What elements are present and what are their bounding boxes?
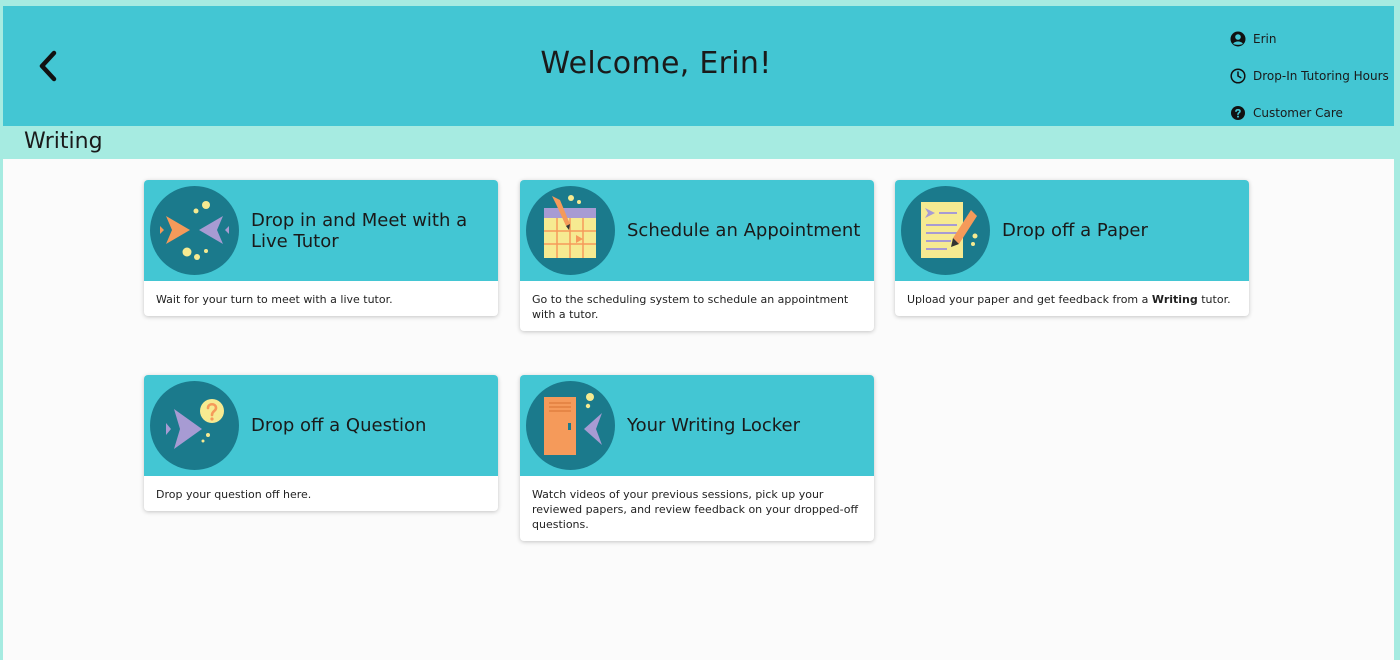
card-title: Drop in and Meet with a Live Tutor xyxy=(251,209,468,252)
card-description: Go to the scheduling system to schedule … xyxy=(532,293,849,321)
user-menu: Erin Drop-In Tutoring Hours Customer Car… xyxy=(1230,20,1394,131)
header: Welcome, Erin! Erin Drop-In Tutoring Hou… xyxy=(3,6,1394,126)
fish-question-icon xyxy=(150,381,239,470)
customer-care-label: Customer Care xyxy=(1253,105,1343,120)
section-title: Writing xyxy=(24,129,103,154)
locker-icon xyxy=(526,381,615,470)
card-drop-in-tutor[interactable]: Drop in and Meet with a Live Tutor Wait … xyxy=(144,180,498,316)
card-description: Watch videos of your previous sessions, … xyxy=(532,488,859,531)
section-bar xyxy=(3,126,1394,159)
card-description: Wait for your turn to meet with a live t… xyxy=(156,293,393,306)
user-menu-item-profile[interactable]: Erin xyxy=(1230,20,1394,57)
card-description: Upload your paper and get feedback from … xyxy=(895,281,1249,316)
user-circle-icon xyxy=(1230,31,1246,47)
card-title: Drop off a Question xyxy=(251,415,427,436)
card-title: Drop off a Paper xyxy=(1002,220,1148,241)
card-writing-locker[interactable]: Your Writing Locker Watch videos of your… xyxy=(520,375,874,541)
card-drop-off-question[interactable]: Drop off a Question Drop your question o… xyxy=(144,375,498,511)
card-header: Drop off a Question xyxy=(144,375,498,476)
calendar-icon xyxy=(526,186,615,275)
description-text: tutor. xyxy=(1197,293,1231,306)
paper-pencil-icon xyxy=(901,186,990,275)
card-title: Schedule an Appointment xyxy=(627,220,861,241)
description-text: Upload your paper and get feedback from … xyxy=(907,293,1152,306)
card-header: Schedule an Appointment xyxy=(520,180,874,281)
user-menu-item-hours[interactable]: Drop-In Tutoring Hours xyxy=(1230,57,1394,94)
card-title: Your Writing Locker xyxy=(627,415,801,436)
card-schedule-appointment[interactable]: Schedule an Appointment Go to the schedu… xyxy=(520,180,874,331)
card-description: Drop your question off here. xyxy=(156,488,312,501)
two-fish-icon xyxy=(150,186,239,275)
app-frame: Welcome, Erin! Erin Drop-In Tutoring Hou… xyxy=(3,6,1394,660)
clock-icon xyxy=(1230,67,1246,84)
card-header: Drop in and Meet with a Live Tutor xyxy=(144,180,498,281)
page-title: Welcome, Erin! xyxy=(540,46,772,81)
card-header: Your Writing Locker xyxy=(520,375,874,476)
question-circle-icon xyxy=(1230,105,1246,121)
card-drop-off-paper[interactable]: Drop off a Paper Upload your paper and g… xyxy=(895,180,1249,316)
tutoring-hours-label: Drop-In Tutoring Hours xyxy=(1253,68,1389,83)
user-name-label: Erin xyxy=(1253,31,1277,46)
description-bold-text: Writing xyxy=(1151,293,1198,306)
card-header: Drop off a Paper xyxy=(895,180,1249,281)
